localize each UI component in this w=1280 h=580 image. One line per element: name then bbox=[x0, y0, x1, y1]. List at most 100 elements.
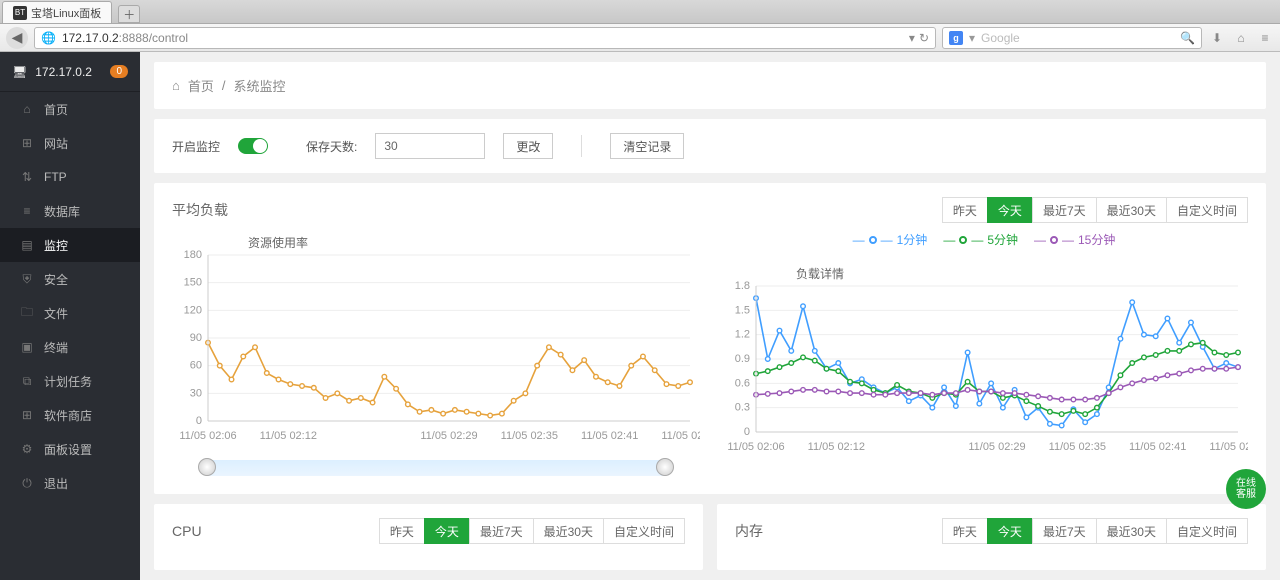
browser-tab-active[interactable]: BT 宝塔Linux面板 bbox=[2, 1, 112, 23]
new-tab-button[interactable]: ＋ bbox=[118, 5, 140, 23]
breadcrumb-current: 系统监控 bbox=[234, 76, 286, 95]
time-range-selector: 昨天今天最近7天最近30天自定义时间 bbox=[943, 197, 1248, 223]
sidebar-item-icon: ⊞ bbox=[20, 136, 34, 150]
notification-badge[interactable]: 0 bbox=[110, 65, 128, 78]
range-btn-昨天[interactable]: 昨天 bbox=[942, 197, 988, 223]
range-btn-最近7天[interactable]: 最近7天 bbox=[1032, 197, 1097, 223]
svg-text:11/05 02:35: 11/05 02:35 bbox=[501, 430, 558, 442]
url-input[interactable]: 🌐 172.17.0.2:8888/control ▾ ↻ bbox=[34, 27, 936, 49]
back-button[interactable]: ◀ bbox=[6, 27, 28, 49]
mem-section: 内存 昨天今天最近7天最近30天自定义时间 bbox=[717, 504, 1266, 570]
svg-text:30: 30 bbox=[190, 387, 202, 399]
svg-text:120: 120 bbox=[184, 304, 202, 316]
sidebar-item-label: 软件商店 bbox=[44, 407, 92, 424]
sidebar-host[interactable]: 🖥 172.17.0.2 0 bbox=[0, 52, 140, 92]
browser-toolbar-buttons: ⬇ ⌂ ≡ bbox=[1208, 31, 1274, 45]
sidebar-item-icon: ▣ bbox=[20, 340, 34, 354]
sidebar-item-终端[interactable]: ▣终端 bbox=[0, 330, 140, 364]
browser-search-input[interactable]: g ▾ Google 🔍 bbox=[942, 27, 1202, 49]
svg-text:90: 90 bbox=[190, 332, 202, 344]
svg-text:资源使用率: 资源使用率 bbox=[248, 235, 308, 250]
time-range-selector: 昨天今天最近7天最近30天自定义时间 bbox=[380, 518, 685, 544]
legend-item-5分钟[interactable]: —— 5分钟 bbox=[943, 231, 1018, 248]
sidebar-item-icon: ⌂ bbox=[20, 102, 34, 116]
slider-handle-left[interactable] bbox=[198, 458, 216, 476]
sidebar-item-监控[interactable]: ▤监控 bbox=[0, 228, 140, 262]
svg-text:0.6: 0.6 bbox=[735, 377, 750, 389]
range-btn-最近30天[interactable]: 最近30天 bbox=[1096, 518, 1167, 544]
chevron-down-icon: ▾ bbox=[969, 31, 975, 45]
cpu-section: CPU 昨天今天最近7天最近30天自定义时间 bbox=[154, 504, 703, 570]
svg-text:11/05 02:41: 11/05 02:41 bbox=[581, 430, 638, 442]
svg-text:11/05 02:06: 11/05 02:06 bbox=[727, 441, 784, 453]
sidebar-item-安全[interactable]: ⛨ 安全 bbox=[0, 262, 140, 296]
sidebar-item-icon: ⧉ bbox=[20, 374, 34, 389]
range-btn-昨天[interactable]: 昨天 bbox=[379, 518, 425, 544]
sidebar-item-label: 安全 bbox=[44, 271, 68, 288]
sidebar-item-首页[interactable]: ⌂首页 bbox=[0, 92, 140, 126]
section-title-cpu: CPU bbox=[172, 523, 202, 539]
sidebar-item-面板设置[interactable]: ⚙面板设置 bbox=[0, 432, 140, 466]
download-icon[interactable]: ⬇ bbox=[1208, 31, 1226, 45]
range-btn-最近7天[interactable]: 最近7天 bbox=[469, 518, 534, 544]
sidebar: 🖥 172.17.0.2 0 ⌂首页⊞网站⇅FTP≡数据库▤监控 ⛨ 安全 🗀文件▣终… bbox=[0, 52, 140, 580]
reload-icon[interactable]: ↻ bbox=[919, 31, 929, 45]
breadcrumb: ⌂ 首页 / 系统监控 bbox=[154, 62, 1266, 109]
menu-icon[interactable]: ≡ bbox=[1256, 31, 1274, 45]
range-btn-今天[interactable]: 今天 bbox=[987, 197, 1033, 223]
sidebar-item-数据库[interactable]: ≡数据库 bbox=[0, 194, 140, 228]
sidebar-item-计划任务[interactable]: ⧉计划任务 bbox=[0, 364, 140, 398]
sidebar-item-文件[interactable]: 🗀文件 bbox=[0, 296, 140, 330]
range-btn-最近30天[interactable]: 最近30天 bbox=[1096, 197, 1167, 223]
range-btn-自定义时间[interactable]: 自定义时间 bbox=[1166, 197, 1248, 223]
section-title-load: 平均负载 bbox=[172, 200, 228, 220]
range-btn-今天[interactable]: 今天 bbox=[424, 518, 470, 544]
load-section: 平均负载 昨天今天最近7天最近30天自定义时间 资源使用率03060901201… bbox=[154, 183, 1266, 494]
range-btn-昨天[interactable]: 昨天 bbox=[942, 518, 988, 544]
sidebar-item-icon: ⛨ bbox=[20, 272, 34, 287]
slider-handle-right[interactable] bbox=[656, 458, 674, 476]
svg-text:11/05 02:47: 11/05 02:47 bbox=[1209, 441, 1248, 453]
svg-text:0.9: 0.9 bbox=[735, 353, 750, 365]
sidebar-item-icon: 🗀 bbox=[20, 303, 34, 324]
svg-text:0.3: 0.3 bbox=[735, 402, 750, 414]
legend-item-15分钟[interactable]: —— 15分钟 bbox=[1034, 231, 1115, 248]
change-button[interactable]: 更改 bbox=[503, 133, 553, 159]
svg-text:11/05 02:29: 11/05 02:29 bbox=[420, 430, 477, 442]
timeline-slider[interactable] bbox=[200, 460, 672, 476]
svg-text:11/05 02:41: 11/05 02:41 bbox=[1129, 441, 1186, 453]
address-bar-row: ◀ 🌐 172.17.0.2:8888/control ▾ ↻ g ▾ Goog… bbox=[0, 24, 1280, 52]
browser-tabs: BT 宝塔Linux面板 ＋ bbox=[0, 0, 1280, 24]
home-icon[interactable]: ⌂ bbox=[1232, 31, 1250, 45]
sidebar-item-网站[interactable]: ⊞网站 bbox=[0, 126, 140, 160]
breadcrumb-home[interactable]: 首页 bbox=[188, 76, 214, 95]
range-btn-自定义时间[interactable]: 自定义时间 bbox=[603, 518, 685, 544]
sidebar-item-icon: ⏻ bbox=[20, 476, 34, 491]
enable-monitor-toggle[interactable] bbox=[238, 138, 268, 154]
svg-text:11/05 02:35: 11/05 02:35 bbox=[1049, 441, 1106, 453]
svg-text:180: 180 bbox=[184, 249, 202, 261]
range-btn-自定义时间[interactable]: 自定义时间 bbox=[1166, 518, 1248, 544]
sidebar-item-label: 数据库 bbox=[44, 203, 80, 220]
dropdown-icon[interactable]: ▾ bbox=[909, 31, 915, 45]
sidebar-item-退出[interactable]: ⏻ 退出 bbox=[0, 466, 140, 500]
svg-text:1.5: 1.5 bbox=[735, 304, 750, 316]
svg-text:1.8: 1.8 bbox=[735, 280, 750, 292]
range-btn-今天[interactable]: 今天 bbox=[987, 518, 1033, 544]
sidebar-item-FTP[interactable]: ⇅FTP bbox=[0, 160, 140, 194]
browser-chrome: BT 宝塔Linux面板 ＋ ◀ 🌐 172.17.0.2:8888/contr… bbox=[0, 0, 1280, 52]
legend-item-1分钟[interactable]: —— 1分钟 bbox=[853, 231, 928, 248]
retain-days-label: 保存天数: bbox=[306, 138, 357, 155]
sidebar-item-label: 退出 bbox=[44, 475, 68, 492]
range-btn-最近7天[interactable]: 最近7天 bbox=[1032, 518, 1097, 544]
sidebar-item-label: 面板设置 bbox=[44, 441, 92, 458]
clear-records-button[interactable]: 清空记录 bbox=[610, 133, 684, 159]
sidebar-item-软件商店[interactable]: ⊞软件商店 bbox=[0, 398, 140, 432]
retain-days-input[interactable] bbox=[375, 133, 485, 159]
support-fab[interactable]: 在线 客服 bbox=[1226, 469, 1266, 509]
range-btn-最近30天[interactable]: 最近30天 bbox=[533, 518, 604, 544]
svg-text:1.2: 1.2 bbox=[735, 329, 750, 341]
sidebar-item-icon: ▤ bbox=[20, 238, 34, 252]
chart-resource-usage: 资源使用率030609012015018011/05 02:0611/05 02… bbox=[172, 231, 700, 476]
monitor-icon: 🖥 bbox=[12, 65, 27, 79]
